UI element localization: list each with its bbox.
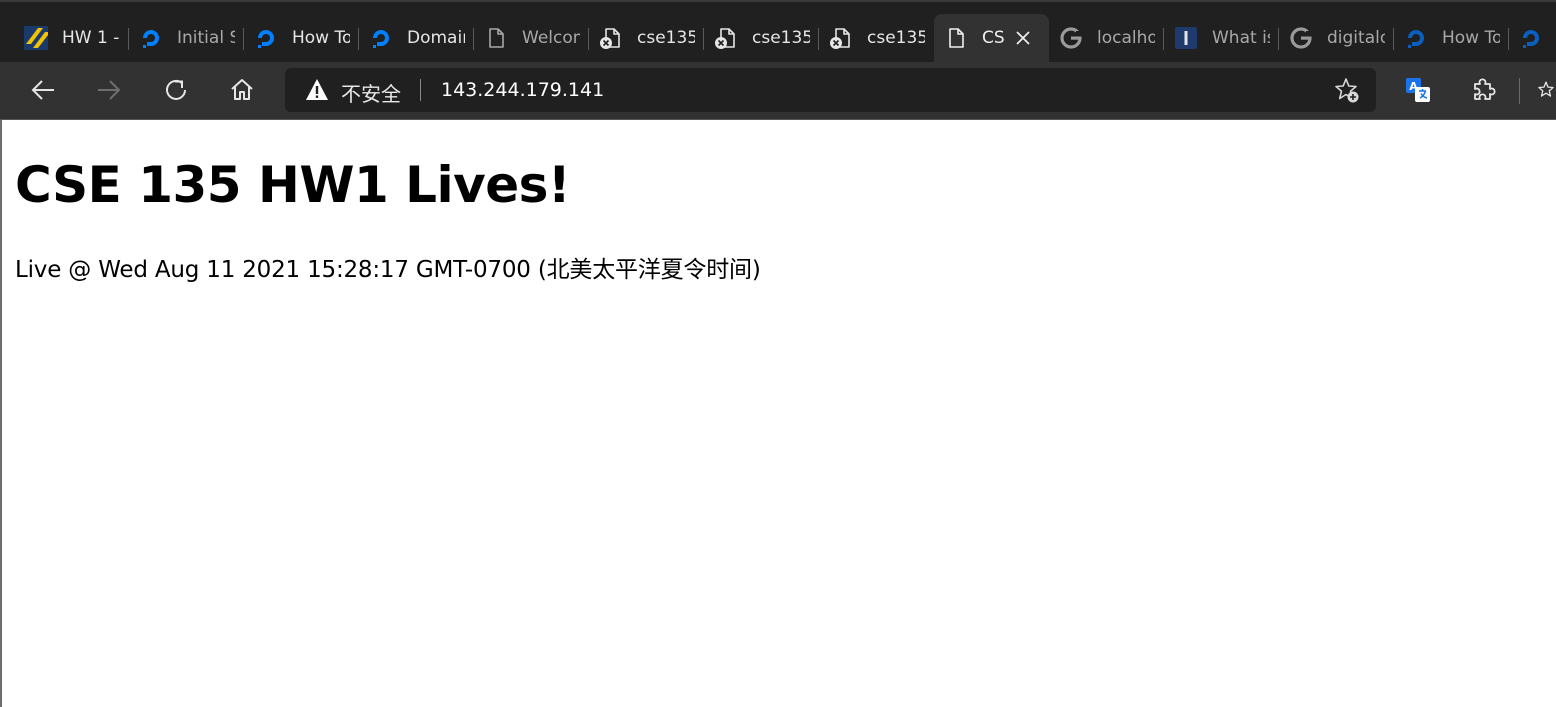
- digitalocean-icon: [369, 26, 393, 50]
- tab-title: CS: [982, 28, 1004, 48]
- google-icon: [1059, 26, 1083, 50]
- page-title: CSE 135 HW1 Lives!: [15, 156, 571, 214]
- translate-button[interactable]: A: [1400, 72, 1436, 108]
- digitalocean-icon: [254, 26, 278, 50]
- url-text[interactable]: 143.244.179.141: [441, 79, 604, 101]
- star-icon: [1538, 81, 1554, 97]
- digitalocean-icon: [1519, 26, 1543, 50]
- digitalocean-icon: [1404, 26, 1428, 50]
- forward-button[interactable]: [91, 72, 127, 108]
- error-document-icon: [829, 26, 853, 50]
- tab-cse-active[interactable]: CS: [934, 14, 1049, 62]
- home-button[interactable]: [224, 72, 260, 108]
- window-border: [0, 120, 2, 707]
- home-icon: [231, 79, 253, 100]
- translate-icon: A: [1406, 78, 1430, 102]
- tab-welcome[interactable]: Welcom: [474, 14, 589, 62]
- tab-title: HW 1 -: [62, 28, 120, 48]
- tab-overflow[interactable]: [1509, 14, 1556, 62]
- tab-title: digitalo: [1327, 28, 1385, 48]
- stripes-logo-icon: [24, 26, 48, 50]
- tab-cse135-2[interactable]: cse135p: [704, 14, 819, 62]
- tab-title: How To: [1442, 28, 1500, 48]
- reload-button[interactable]: [158, 72, 194, 108]
- arrow-left-icon: [31, 80, 54, 100]
- letter-i-icon: [1174, 26, 1198, 50]
- tab-list: HW 1 - Initial S How To Domain Welcom: [14, 14, 1556, 62]
- toolbar-divider: [1519, 78, 1520, 104]
- tab-how-to[interactable]: How To: [244, 14, 359, 62]
- tab-initial-setup[interactable]: Initial S: [129, 14, 244, 62]
- tab-title: localho: [1097, 28, 1155, 48]
- arrow-right-icon: [98, 80, 121, 100]
- tab-cse135-1[interactable]: cse135p: [589, 14, 704, 62]
- document-icon: [484, 26, 508, 50]
- tab-title: Welcom: [522, 28, 580, 48]
- add-favorite-icon[interactable]: [1332, 76, 1360, 104]
- reload-icon: [166, 79, 186, 100]
- address-bar[interactable]: 不安全 143.244.179.141: [285, 68, 1376, 112]
- close-tab-icon[interactable]: [1011, 26, 1035, 50]
- tab-cse135-3[interactable]: cse135p: [819, 14, 934, 62]
- tab-what-is[interactable]: What is: [1164, 14, 1279, 62]
- puzzle-icon: [1474, 78, 1496, 100]
- tab-title: cse135p: [867, 28, 925, 48]
- tab-title: cse135p: [637, 28, 695, 48]
- divider: [420, 79, 421, 101]
- favorites-button[interactable]: [1536, 72, 1556, 108]
- tab-digitalocean-search[interactable]: digitalo: [1279, 14, 1394, 62]
- security-label[interactable]: 不安全: [341, 78, 401, 107]
- tab-how-to-2[interactable]: How To: [1394, 14, 1509, 62]
- tab-title: How To: [292, 28, 350, 48]
- live-timestamp: Live @ Wed Aug 11 2021 15:28:17 GMT-0700…: [15, 257, 761, 283]
- google-icon: [1289, 26, 1313, 50]
- back-button[interactable]: [25, 72, 61, 108]
- tab-title: Initial S: [177, 28, 235, 48]
- document-icon: [944, 26, 968, 50]
- tab-title: cse135p: [752, 28, 810, 48]
- tab-strip: HW 1 - Initial S How To Domain Welcom: [0, 0, 1556, 62]
- tab-domain[interactable]: Domain: [359, 14, 474, 62]
- tab-localhost[interactable]: localho: [1049, 14, 1164, 62]
- error-document-icon: [714, 26, 738, 50]
- tab-title: Domain: [407, 28, 465, 48]
- browser-toolbar: 不安全 143.244.179.141 A: [0, 62, 1556, 120]
- error-document-icon: [599, 26, 623, 50]
- tab-title: What is: [1212, 28, 1270, 48]
- extensions-button[interactable]: [1466, 72, 1502, 108]
- warning-icon[interactable]: [305, 78, 329, 102]
- digitalocean-icon: [139, 26, 163, 50]
- tab-hw1[interactable]: HW 1 -: [14, 14, 129, 62]
